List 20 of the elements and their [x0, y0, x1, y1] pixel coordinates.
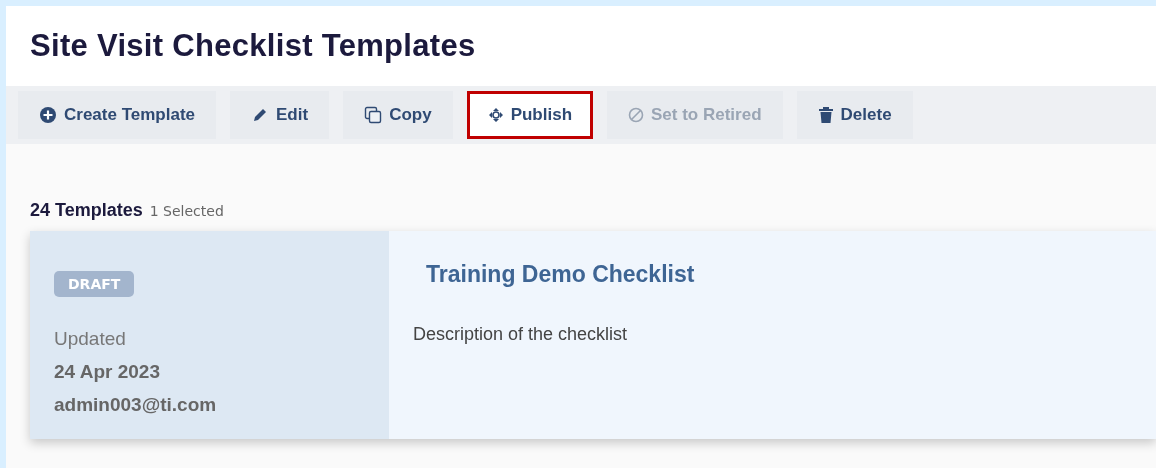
template-count: 24 Templates — [30, 200, 143, 221]
ban-icon — [628, 107, 645, 123]
pencil-icon — [251, 106, 269, 124]
updated-by: admin003@ti.com — [54, 393, 218, 417]
selected-count: 1 Selected — [149, 203, 224, 219]
status-badge: DRAFT — [54, 271, 135, 297]
copy-icon — [364, 106, 383, 124]
updated-date: 24 Apr 2023 — [54, 360, 161, 384]
toolbar-button[interactable]: Copy — [343, 91, 453, 139]
template-name: Training Demo Checklist — [426, 261, 696, 288]
plus-circle-icon — [39, 106, 57, 124]
page-title: Site Visit Checklist Templates — [30, 28, 476, 64]
trash-icon — [817, 106, 834, 124]
template-description: Description of the checklist — [413, 324, 629, 345]
toolbar-button[interactable]: Publish — [466, 91, 594, 139]
toolbar-button[interactable]: Edit — [230, 91, 330, 139]
toolbar-button[interactable]: Create Template — [18, 91, 216, 139]
move-arrows-icon — [487, 107, 504, 123]
updated-label: Updated — [54, 327, 127, 351]
toolbar-button[interactable]: Delete — [796, 91, 913, 139]
